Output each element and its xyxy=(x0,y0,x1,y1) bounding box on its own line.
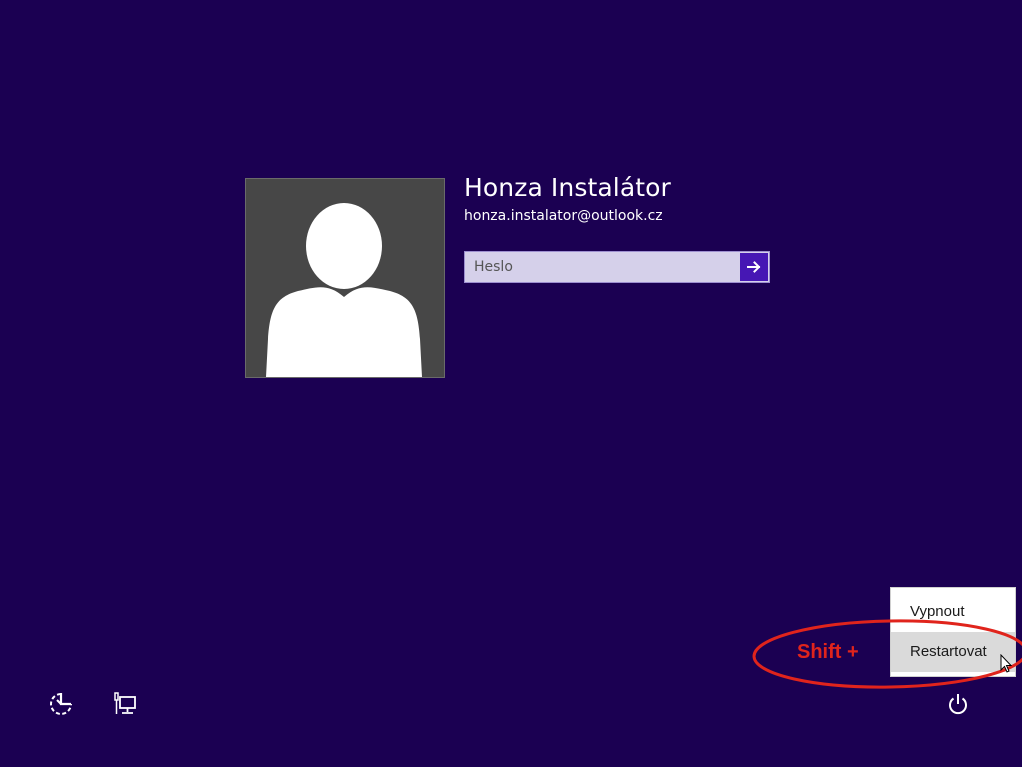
power-button[interactable] xyxy=(945,691,971,717)
menu-item-restart[interactable]: Restartovat xyxy=(891,632,1015,672)
ease-of-access-icon xyxy=(50,693,72,715)
submit-button[interactable] xyxy=(740,253,768,281)
annotation-ellipse xyxy=(752,619,1022,689)
ease-of-access-button[interactable] xyxy=(48,691,74,717)
user-name: Honza Instalátor xyxy=(464,173,671,202)
lock-screen: Honza Instalátor honza.instalator@outloo… xyxy=(0,0,1022,767)
arrow-right-icon xyxy=(747,261,761,273)
annotation-label: Shift + xyxy=(797,641,859,663)
menu-item-shutdown[interactable]: Vypnout xyxy=(891,592,1015,632)
network-button[interactable] xyxy=(112,691,138,717)
user-email: honza.instalator@outlook.cz xyxy=(464,208,663,224)
network-icon xyxy=(114,692,136,714)
user-silhouette-icon xyxy=(266,203,422,377)
power-icon xyxy=(949,694,967,715)
user-avatar xyxy=(245,178,445,378)
password-input[interactable] xyxy=(465,252,739,282)
power-menu: Vypnout Restartovat xyxy=(890,587,1016,677)
password-box xyxy=(464,251,770,283)
